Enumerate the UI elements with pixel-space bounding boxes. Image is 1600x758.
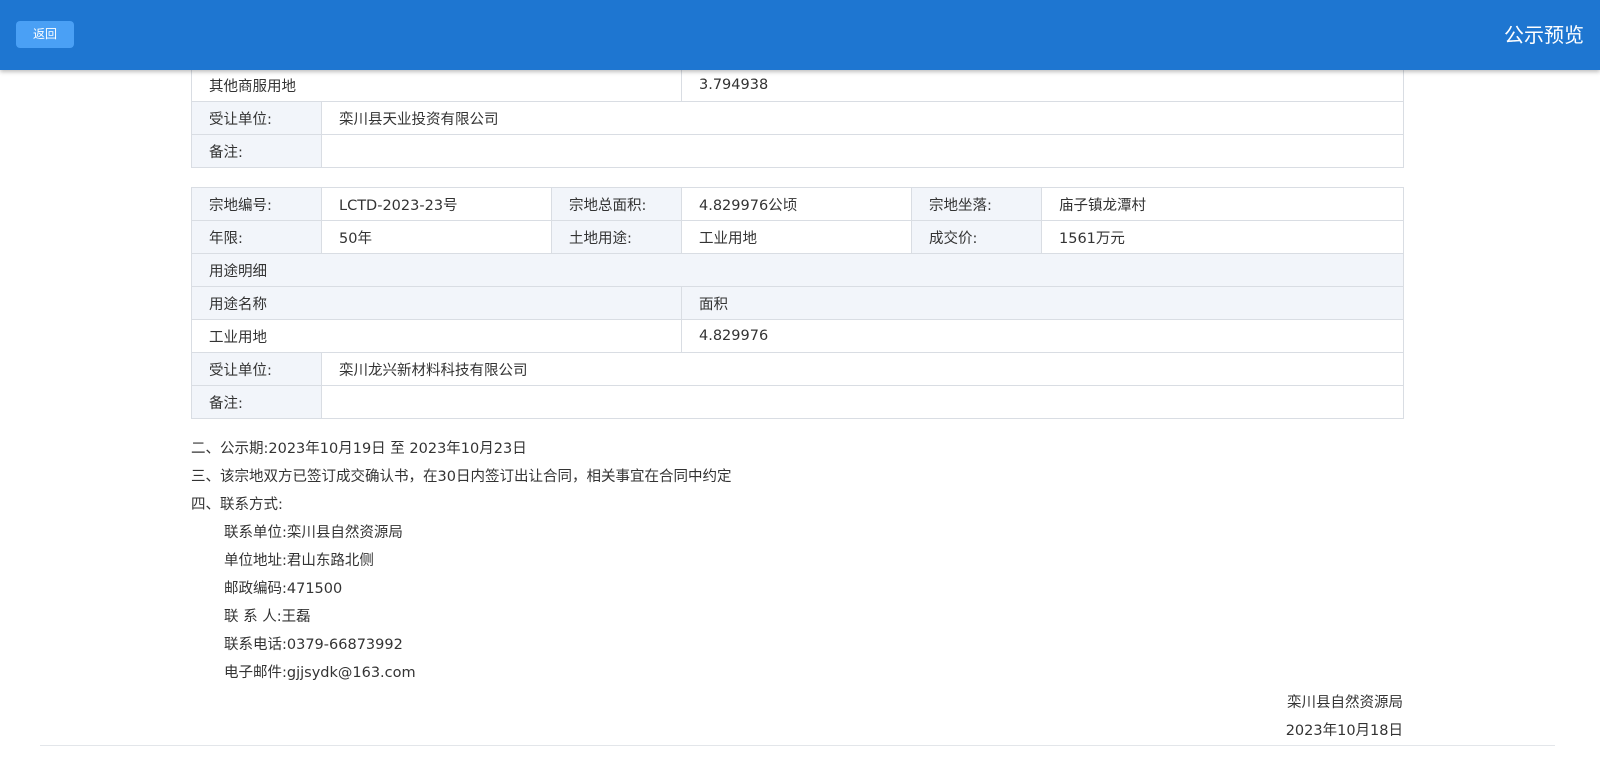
remark-label: 备注: [191, 134, 322, 168]
contract-note: 三、该宗地双方已签订成交确认书，在30日内签订出让合同，相关事宜在合同中约定 [191, 469, 732, 485]
term-value: 50年 [321, 220, 552, 254]
contact-org: 联系单位:栾川县自然资源局 [224, 525, 403, 541]
price-label: 成交价: [911, 220, 1042, 254]
usage-detail-title-row: 用途明细 [191, 253, 1404, 287]
usage-header-row: 用途名称 面积 [191, 286, 1404, 320]
assignee-value: 栾川龙兴新材料科技有限公司 [321, 352, 1404, 386]
land-use-label: 土地用途: [551, 220, 682, 254]
parcel-info-row-1: 宗地编号: LCTD-2023-23号 宗地总面积: 4.829976公顷 宗地… [191, 187, 1404, 221]
usage-area-cell: 4.829976 [681, 319, 1404, 353]
signature-org: 栾川县自然资源局 [1287, 695, 1403, 711]
usage-row: 其他商服用地 3.794938 [191, 68, 1404, 102]
page-title: 公示预览 [1504, 23, 1584, 47]
usage-name-header: 用途名称 [191, 286, 682, 320]
usage-name-cell: 其他商服用地 [191, 68, 682, 102]
parcel-info-row-2: 年限: 50年 土地用途: 工业用地 成交价: 1561万元 [191, 220, 1404, 254]
back-button[interactable]: 返回 [16, 21, 74, 48]
land-use-value: 工业用地 [681, 220, 912, 254]
assignee-value: 栾川县天业投资有限公司 [321, 101, 1404, 135]
contact-email: 电子邮件:gjjsydk@163.com [224, 665, 416, 681]
remark-row: 备注: [191, 134, 1404, 168]
contact-title: 四、联系方式: [191, 497, 283, 513]
assignee-row: 受让单位: 栾川龙兴新材料科技有限公司 [191, 352, 1404, 386]
parcel-code-label: 宗地编号: [191, 187, 322, 221]
assignee-row: 受让单位: 栾川县天业投资有限公司 [191, 101, 1404, 135]
location-value: 庙子镇龙潭村 [1041, 187, 1404, 221]
total-area-value: 4.829976公顷 [681, 187, 912, 221]
location-label: 宗地坐落: [911, 187, 1042, 221]
term-label: 年限: [191, 220, 322, 254]
usage-name-cell: 工业用地 [191, 319, 682, 353]
price-value: 1561万元 [1041, 220, 1404, 254]
usage-row: 工业用地 4.829976 [191, 319, 1404, 353]
remark-value [321, 385, 1404, 419]
parcel-table: 宗地编号: LCTD-2023-23号 宗地总面积: 4.829976公顷 宗地… [191, 187, 1404, 419]
parcel-table-previous: 其他商服用地 3.794938 受让单位: 栾川县天业投资有限公司 备注: [191, 68, 1404, 168]
contact-address: 单位地址:君山东路北侧 [224, 553, 374, 569]
contact-postcode: 邮政编码:471500 [224, 581, 343, 597]
footer-divider [40, 745, 1555, 746]
usage-detail-title: 用途明细 [191, 253, 1404, 287]
remark-label: 备注: [191, 385, 322, 419]
top-bar: 返回 公示预览 [0, 0, 1600, 70]
contact-person: 联 系 人:王磊 [224, 609, 311, 625]
usage-area-cell: 3.794938 [681, 68, 1404, 102]
assignee-label: 受让单位: [191, 101, 322, 135]
parcel-code-value: LCTD-2023-23号 [321, 187, 552, 221]
publicity-period: 二、公示期:2023年10月19日 至 2023年10月23日 [191, 441, 527, 457]
total-area-label: 宗地总面积: [551, 187, 682, 221]
contact-phone: 联系电话:0379-66873992 [224, 637, 403, 653]
usage-area-header: 面积 [681, 286, 1404, 320]
signature-date: 2023年10月18日 [1285, 723, 1403, 739]
remark-row: 备注: [191, 385, 1404, 419]
assignee-label: 受让单位: [191, 352, 322, 386]
remark-value [321, 134, 1404, 168]
